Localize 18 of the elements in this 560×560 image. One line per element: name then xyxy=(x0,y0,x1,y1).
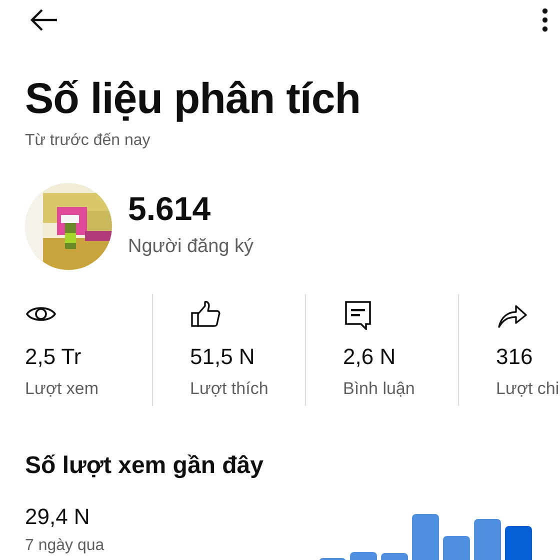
stat-label: Lượt xem xyxy=(25,378,100,400)
subscriber-label: Người đăng ký xyxy=(128,234,254,259)
stat-value: 316 xyxy=(496,346,534,368)
stat-value: 51,5 N xyxy=(190,346,256,368)
stat-label: Lượt chi xyxy=(496,378,560,400)
period-label: 7 ngày qua xyxy=(25,536,104,556)
more-icon[interactable] xyxy=(542,8,548,32)
stat-label: Bình luận xyxy=(343,378,416,400)
stat-value: 2,6 N xyxy=(343,346,397,368)
stat-label: Lượt thích xyxy=(190,378,270,400)
stat-value: 2,5 Tr xyxy=(25,346,82,368)
page-title: Số liệu phân tích xyxy=(25,78,362,121)
section-heading: Số lượt xem gần đây xyxy=(25,452,264,480)
subtitle: Từ trước đến nay xyxy=(25,131,152,151)
subscriber-count: 5.614 xyxy=(128,192,212,225)
back-icon[interactable] xyxy=(29,8,59,32)
thumbs-up-icon xyxy=(190,300,222,330)
recent-views-value: 29,4 N xyxy=(25,506,91,528)
